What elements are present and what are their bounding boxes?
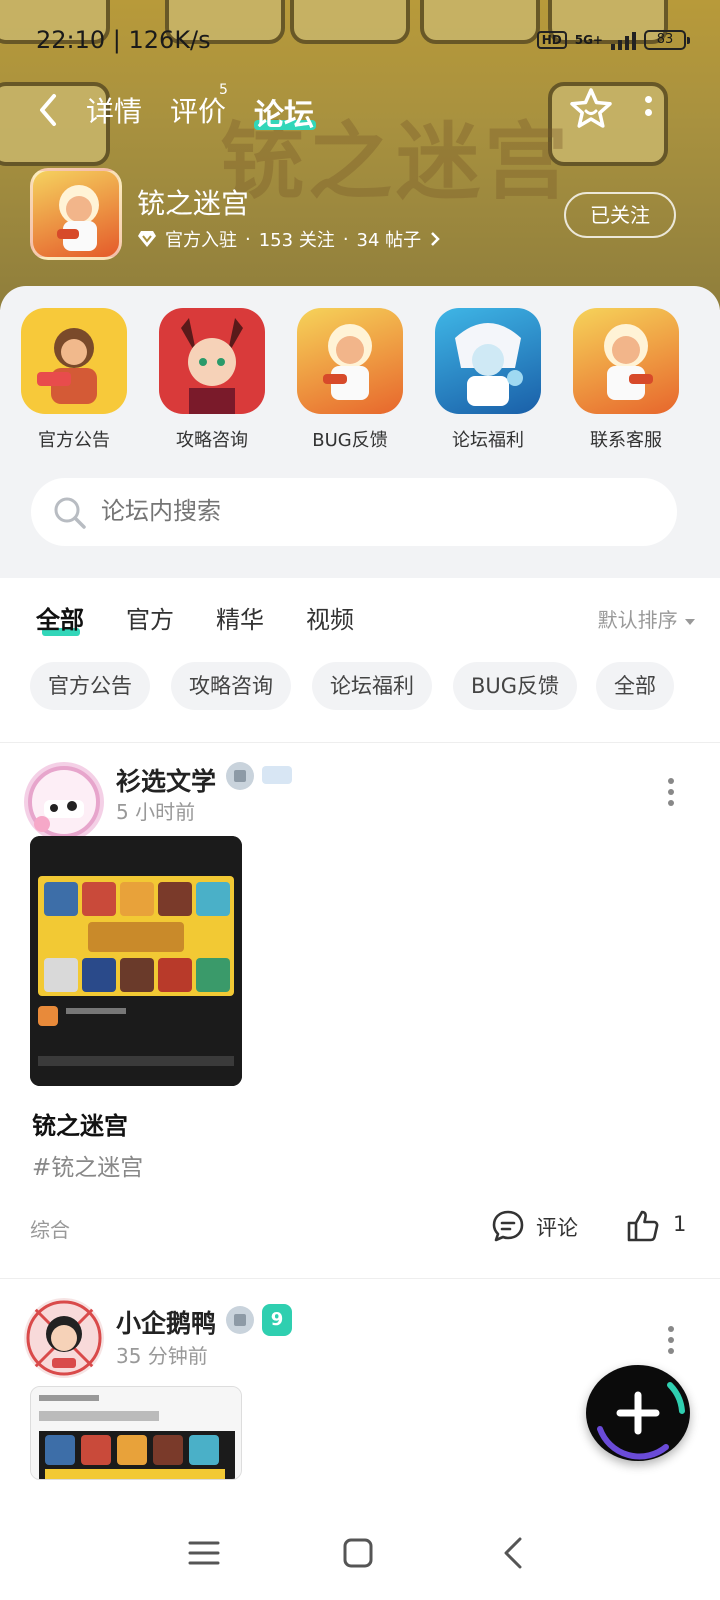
category-chips: 官方公告 攻略咨询 论坛福利 BUG反馈 全部 (30, 662, 700, 712)
search-input[interactable] (99, 496, 619, 526)
post-divider (0, 1278, 720, 1279)
official-diamond-icon (138, 231, 156, 247)
nav-back-icon[interactable] (494, 1533, 534, 1573)
section-divider (0, 742, 720, 743)
top-nav: 详情 评价 5 论坛 (36, 82, 676, 138)
menu-icon[interactable] (184, 1533, 224, 1573)
filter-tab-video[interactable]: 视频 (306, 600, 354, 635)
more-icon[interactable] (641, 96, 655, 126)
post-time: 35 分钟前 (116, 1344, 208, 1368)
system-nav-bar (0, 1508, 720, 1600)
level-badge: 9 (262, 1304, 292, 1336)
filter-tab-official[interactable]: 官方 (126, 600, 174, 635)
game-logo[interactable] (30, 168, 122, 260)
search-icon (54, 497, 86, 529)
post-image[interactable] (30, 836, 242, 1086)
quick-link-label: 官方公告 (38, 430, 110, 451)
post-tag[interactable]: #铳之迷宫 (32, 1148, 143, 1182)
post-image[interactable] (30, 1386, 242, 1480)
chip-guide[interactable]: 攻略咨询 (171, 662, 291, 710)
meta-dot: · (342, 228, 349, 250)
meta-dot: · (245, 228, 251, 250)
create-post-button[interactable] (586, 1365, 690, 1461)
game-name: 铳之迷宫 (137, 187, 250, 220)
comment-icon (492, 1210, 524, 1242)
follow-button[interactable]: 已关注 (564, 192, 676, 238)
benefits-icon (435, 308, 541, 414)
signal-icon (611, 30, 636, 50)
post-time: 5 小时前 (116, 800, 196, 824)
author-name[interactable]: 衫选文学 (116, 762, 216, 798)
user-level-icon (226, 1306, 254, 1334)
chevron-right-icon (431, 232, 440, 246)
like-count: 1 (673, 1212, 687, 1236)
status-icons: HD 5G+ 83 (536, 30, 690, 50)
tab-reviews[interactable]: 评价 (170, 90, 226, 130)
like-icon (627, 1210, 659, 1242)
network-label: 5G+ (574, 33, 603, 47)
plus-icon (597, 1382, 685, 1460)
chip-all[interactable]: 全部 (596, 662, 674, 710)
header-banner: 铳之迷宫 22:10 | 126K/s HD 5G+ 83 详情 评价 5 论坛 (0, 0, 720, 310)
back-icon[interactable] (36, 90, 66, 130)
tab-details[interactable]: 详情 (86, 90, 142, 130)
badge-icon (262, 766, 292, 784)
filter-tab-all[interactable]: 全部 (36, 600, 84, 635)
home-icon[interactable] (338, 1533, 378, 1573)
announcement-icon (21, 308, 127, 414)
reviews-count-badge: 5 (219, 82, 228, 98)
caret-down-icon (685, 619, 695, 625)
status-bar: 22:10 | 126K/s HD 5G+ 83 (36, 26, 690, 58)
filter-tabs: 全部 官方 精华 视频 默认排序 (36, 600, 696, 650)
star-icon[interactable] (568, 86, 614, 132)
bug-report-icon (297, 308, 403, 414)
comment-button[interactable]: 评论 (490, 1208, 590, 1248)
chip-bug-report[interactable]: BUG反馈 (453, 662, 578, 710)
avatar[interactable] (24, 1298, 104, 1378)
guide-icon (159, 308, 265, 414)
quick-link-label: 攻略咨询 (176, 430, 248, 451)
post-more-icon[interactable] (667, 1326, 675, 1354)
sort-dropdown[interactable]: 默认排序 (598, 604, 696, 633)
quick-link-label: 论坛福利 (452, 430, 524, 451)
sort-label: 默认排序 (597, 608, 678, 632)
status-time: 22:10 | 126K/s (36, 26, 211, 54)
comment-label: 评论 (536, 1216, 578, 1240)
quick-link-bug-report[interactable]: BUG反馈 (296, 308, 404, 452)
support-icon (573, 308, 679, 414)
quick-links-panel: 官方公告 攻略咨询 BUG反馈 论坛福利 联系客服 (0, 286, 720, 578)
post-count: 34 帖子 (356, 230, 422, 251)
chip-benefits[interactable]: 论坛福利 (312, 662, 432, 710)
follow-count: 153 关注 (258, 230, 335, 251)
quick-link-guide[interactable]: 攻略咨询 (158, 308, 266, 452)
chip-announcement[interactable]: 官方公告 (30, 662, 150, 710)
quick-link-announcement[interactable]: 官方公告 (20, 308, 128, 452)
post-title[interactable]: 铳之迷宫 (32, 1106, 128, 1141)
search-bar[interactable] (31, 478, 677, 546)
battery-icon: 83 (644, 30, 690, 50)
post-category[interactable]: 综合 (30, 1214, 70, 1243)
game-meta[interactable]: 官方入驻 · 153 关注 · 34 帖子 (137, 226, 441, 252)
like-button[interactable]: 1 (625, 1208, 695, 1248)
quick-link-support[interactable]: 联系客服 (572, 308, 680, 452)
avatar[interactable] (24, 762, 104, 842)
post-more-icon[interactable] (667, 778, 675, 806)
user-level-icon (226, 762, 254, 790)
filter-tab-featured[interactable]: 精华 (216, 600, 264, 635)
tab-forum[interactable]: 论坛 (254, 90, 314, 134)
author-name[interactable]: 小企鹅鸭 (116, 1304, 216, 1340)
quick-link-label: 联系客服 (590, 430, 662, 451)
quick-link-benefits[interactable]: 论坛福利 (434, 308, 542, 452)
official-label: 官方入驻 (165, 230, 237, 251)
hd-badge: HD (536, 31, 567, 49)
game-info: 铳之迷宫 官方入驻 · 153 关注 · 34 帖子 已关注 (30, 168, 680, 262)
quick-link-label: BUG反馈 (312, 430, 388, 451)
